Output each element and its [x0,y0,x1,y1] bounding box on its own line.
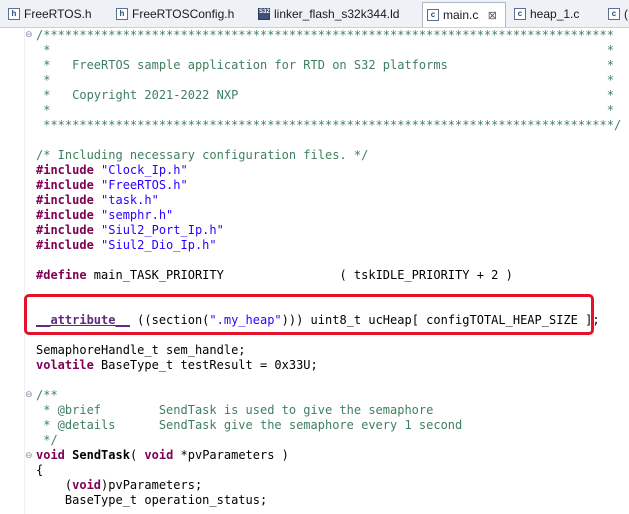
code-text: BaseType_t testResult = 0x33U; [93,358,318,372]
code-line: #define main_TASK_PRIORITY ( tskIDLE_PRI… [36,268,513,283]
code-line: * * [36,43,614,57]
c-file-icon: c [514,8,526,20]
code-line: * * [36,73,614,87]
code-line: /* Including necessary configuration fil… [36,148,369,162]
code-line: (void)pvParameters; [36,478,202,493]
fold-toggle-icon[interactable]: ⊖ [25,31,33,40]
string-literal: "Siul2_Dio_Ip.h" [101,238,217,252]
code-line: * * [36,103,614,117]
code-line: #include "Siul2_Dio_Ip.h" [36,238,217,253]
code-text: )pvParameters; [101,478,203,492]
tab-freertosconfig-h[interactable]: h FreeRTOSConfig.h [112,3,234,26]
string-literal: "FreeRTOS.h" [101,178,188,192]
tab-label: heap_1.c [530,7,580,21]
keyword: #include [36,178,94,192]
code-line: void SendTask( void *pvParameters ) [36,448,289,463]
code-line: * @brief SendTask is used to give the se… [36,403,434,417]
code-line: SemaphoreHandle_t sem_handle; [36,343,246,357]
code-line: BaseType_t operation_status; [36,493,268,507]
tab-linker-flash-ld[interactable]: S32 linker_flash_s32k344.ld [254,3,399,26]
code-editor[interactable]: ⊖ ⊖ ⊖ /*********************************… [0,28,629,514]
code-line: * Copyright 2021-2022 NXP * [36,88,614,102]
editor-tab-bar: h FreeRTOS.h h FreeRTOSConfig.h S32 link… [0,0,629,28]
code-line: /***************************************… [36,28,614,42]
keyword: void [36,448,65,462]
code-line: volatile BaseType_t testResult = 0x33U; [36,358,318,373]
keyword: void [144,448,174,462]
code-line: * FreeRTOS sample application for RTD on… [36,58,614,72]
h-file-icon: h [116,8,128,20]
keyword: #include [36,208,94,222]
code-line: #include "Clock_Ip.h" [36,163,188,178]
code-text: ( [129,448,145,462]
keyword: void [72,478,102,492]
keyword: #include [36,163,94,177]
tab-label: main.c [443,8,479,22]
code-line: { [36,463,44,477]
c-file-icon: c [427,9,439,21]
code-text: main_TASK_PRIORITY ( tskIDLE_PRIORITY + … [86,268,513,282]
code-line: /** [36,388,58,402]
code-line: #include "Siul2_Port_Ip.h" [36,223,224,238]
string-literal: "Siul2_Port_Ip.h" [101,223,224,237]
code-text: ( [36,478,73,492]
keyword: #include [36,238,94,252]
keyword: #define [36,268,87,282]
code-line: #include "FreeRTOS.h" [36,178,188,193]
close-tab-icon[interactable]: ⊠ [488,10,497,22]
code-line: */ [36,433,58,447]
string-literal: "semphr.h" [101,208,174,222]
editor-gutter [0,28,25,514]
h-file-icon: h [8,8,20,20]
keyword: volatile [36,358,94,372]
highlight-annotation-box [24,294,594,335]
tab-label: FreeRTOS.h [24,7,92,21]
code-line: ****************************************… [36,118,622,132]
code-text: *pvParameters ) [173,448,289,462]
keyword: #include [36,223,94,237]
code-line: #include "semphr.h" [36,208,173,223]
code-line: #include "task.h" [36,193,159,208]
tab-label: linker_flash_s32k344.ld [274,7,400,21]
code-line: * @details SendTask give the semaphore e… [36,418,463,432]
fold-toggle-icon[interactable]: ⊖ [25,452,33,461]
tab-overflow[interactable]: c ( [604,3,628,26]
ld-file-icon: S32 [258,8,270,20]
function-name: SendTask [72,448,130,462]
tab-label: FreeRTOSConfig.h [132,7,235,21]
c-file-icon: c [608,8,620,20]
tab-heap-1-c[interactable]: c heap_1.c [510,3,579,26]
string-literal: "task.h" [101,193,159,207]
string-literal: "Clock_Ip.h" [101,163,188,177]
tab-main-c[interactable]: c main.c ⊠ [422,2,506,27]
keyword: #include [36,193,94,207]
tab-freertos-h[interactable]: h FreeRTOS.h [4,3,92,26]
tab-label: ( [624,7,628,21]
fold-toggle-icon[interactable]: ⊖ [25,391,33,400]
